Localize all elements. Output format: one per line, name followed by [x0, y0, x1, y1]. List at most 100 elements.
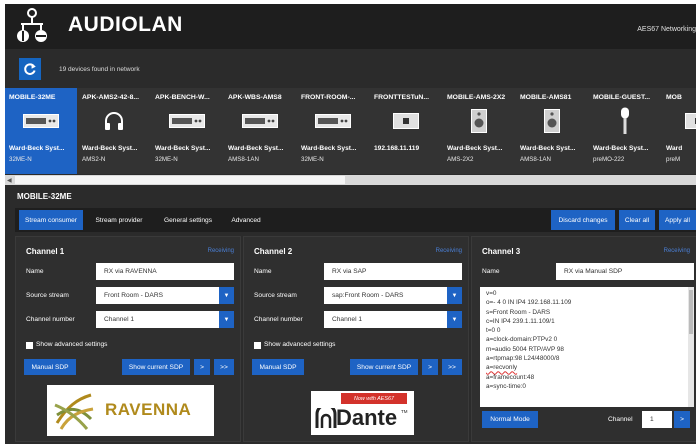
device-card[interactable]: FRONT-ROOM-... Ward-Beck Syst... 32ME-N	[297, 88, 369, 174]
sdp-line: a=framecount:48	[486, 373, 535, 381]
sdp-line: a=rtpmap:98 L24/48000/8	[486, 355, 560, 363]
device-card[interactable]: MOBILE-GUEST... Ward-Beck Syst... preMO-22…	[589, 88, 661, 174]
manual-sdp-button[interactable]: Manual SDP	[24, 359, 76, 375]
tab-stream-provider[interactable]: Stream provider	[87, 210, 151, 230]
show-current-sdp-button[interactable]: Show current SDP	[350, 359, 418, 375]
selected-device-heading: MOBILE-32ME	[17, 192, 72, 201]
device-name: MOBILE-32ME	[9, 94, 56, 101]
device-name: MOBILE-AMS-2X2	[447, 94, 506, 101]
ravenna-logo: RAVENNA	[47, 385, 214, 436]
next-button[interactable]: >	[194, 359, 210, 375]
device-name: MOBILE-AMS81	[520, 94, 572, 101]
device-name: FRONTTESTuN...	[374, 94, 429, 101]
tab-general-settings[interactable]: General settings	[155, 210, 221, 230]
device-model: 32ME-N	[301, 156, 324, 163]
channel-name-input[interactable]: RX via RAVENNA	[96, 263, 234, 280]
device-name: MOB	[666, 94, 682, 101]
sdp-scrollbar[interactable]	[688, 287, 694, 407]
sdp-textarea[interactable]: v=0 o=- 4 0 IN IP4 192.168.11.109 s=Fron…	[480, 287, 694, 407]
device-card[interactable]: APK-BENCH-W... Ward-Beck Syst... 32ME-N	[151, 88, 223, 174]
source-stream-select[interactable]: sap:Front Room - DARS ▼	[324, 287, 462, 304]
show-advanced-label: Show advanced settings	[36, 341, 108, 348]
chevron-down-icon[interactable]: ▼	[219, 311, 234, 328]
channel-name-input[interactable]: RX via Manual SDP	[556, 263, 694, 280]
source-stream-label: Source stream	[26, 292, 69, 299]
channel-number-select[interactable]: Channel 1 ▼	[324, 311, 462, 328]
channel-number-value: Channel 1	[104, 316, 135, 323]
sdp-line: a=sync-time:0	[486, 382, 526, 390]
apply-all-button[interactable]: Apply all	[659, 210, 696, 230]
device-card[interactable]: FRONTTESTuN... 192.168.11.119	[370, 88, 442, 174]
clear-all-button[interactable]: Clear all	[619, 210, 655, 230]
dante-aes67-badge: Now with AES67	[341, 393, 407, 404]
device-model: 32ME-N	[155, 156, 178, 163]
rack-unit-icon	[5, 106, 77, 136]
audiolan-app: AUDIOLAN AES67 Networking 19 devices fou…	[5, 4, 696, 444]
device-vendor: Ward-Beck Syst...	[593, 145, 649, 152]
discard-changes-button[interactable]: Discard changes	[551, 210, 615, 230]
tab-stream-consumer[interactable]: Stream consumer	[19, 210, 83, 230]
devices-bar: 19 devices found in network	[5, 55, 696, 85]
last-button[interactable]: >>	[214, 359, 234, 375]
audiolan-logo-icon	[17, 8, 47, 42]
channel-select-label: Channel	[608, 416, 633, 423]
device-card[interactable]: APK-AMS2-42-8... Ward-Beck Syst... AMS2-N	[78, 88, 150, 174]
sdp-line: m=audio 5004 RTP/AVP 98	[486, 345, 564, 353]
show-advanced-checkbox[interactable]	[26, 342, 33, 349]
channel-status-link[interactable]: Receiving	[664, 248, 690, 254]
rack-unit-icon	[224, 106, 296, 136]
channel-name-input[interactable]: RX via SAP	[324, 263, 462, 280]
ravenna-wordmark: RAVENNA	[105, 400, 192, 419]
channel-number-select[interactable]: Channel 1 ▼	[96, 311, 234, 328]
device-card[interactable]: MOBILE-AMS-2X2 Ward-Beck Syst... AMS-2X2	[443, 88, 515, 174]
device-model: AMS8-1AN	[228, 156, 259, 163]
device-name: APK-WBS-AMS8	[228, 94, 282, 101]
source-stream-label: Source stream	[254, 292, 297, 299]
tab-advanced[interactable]: Advanced	[225, 210, 267, 230]
dante-wordmark: Dante	[336, 405, 398, 430]
sdp-line: a=clock-domain:PTPv2 0	[486, 336, 558, 344]
last-button[interactable]: >>	[442, 359, 462, 375]
scrollbar-thumb[interactable]	[689, 290, 693, 334]
device-card[interactable]: MOB Ward preM	[662, 88, 696, 174]
sdp-line: t=0 0	[486, 327, 501, 335]
channel-number-label: Channel number	[254, 316, 303, 323]
device-vendor: Ward-Beck Syst...	[301, 145, 357, 152]
headphones-icon	[78, 106, 150, 136]
next-button[interactable]: >	[674, 411, 690, 428]
device-vendor: Ward-Beck Syst...	[155, 145, 211, 152]
chevron-down-icon[interactable]: ▼	[447, 287, 462, 304]
device-name: FRONT-ROOM-...	[301, 94, 356, 101]
scrollbar-thumb[interactable]	[15, 176, 345, 184]
box-icon	[662, 106, 696, 136]
source-stream-select[interactable]: Front Room - DARS ▼	[96, 287, 234, 304]
refresh-button[interactable]	[19, 58, 41, 80]
channel-status-link[interactable]: Receiving	[436, 248, 462, 254]
microphone-icon	[589, 106, 661, 136]
device-name: APK-AMS2-42-8...	[82, 94, 140, 101]
chevron-down-icon[interactable]: ▼	[219, 287, 234, 304]
name-label: Name	[254, 268, 272, 275]
channel-status-link[interactable]: Receiving	[208, 248, 234, 254]
device-card[interactable]: MOBILE-AMS81 Ward-Beck Syst... AMS8-1AN	[516, 88, 588, 174]
device-card[interactable]: APK-WBS-AMS8 Ward-Beck Syst... AMS8-1AN	[224, 88, 296, 174]
next-button[interactable]: >	[422, 359, 438, 375]
normal-mode-button[interactable]: Normal Mode	[482, 411, 538, 428]
scroll-left-icon[interactable]: ◀	[7, 177, 12, 184]
device-model: 32ME-N	[9, 156, 32, 163]
rack-unit-icon	[151, 106, 223, 136]
device-strip-scrollbar[interactable]: ◀	[5, 175, 696, 185]
show-advanced-checkbox[interactable]	[254, 342, 261, 349]
speaker-icon	[443, 106, 515, 136]
device-model: AMS-2X2	[447, 156, 474, 163]
settings-tab-bar: Stream consumer Stream provider General …	[15, 208, 696, 232]
show-current-sdp-button[interactable]: Show current SDP	[122, 359, 190, 375]
manual-sdp-button[interactable]: Manual SDP	[252, 359, 304, 375]
sdp-line: v=0	[486, 290, 497, 297]
channel-number-label: Channel number	[26, 316, 75, 323]
device-card[interactable]: MOBILE-32ME Ward-Beck Syst... 32ME-N	[5, 88, 77, 174]
channel-number-input[interactable]: 1	[642, 411, 672, 428]
channel-title: Channel 1	[26, 247, 65, 256]
device-model: preMO-222	[593, 156, 625, 163]
chevron-down-icon[interactable]: ▼	[447, 311, 462, 328]
